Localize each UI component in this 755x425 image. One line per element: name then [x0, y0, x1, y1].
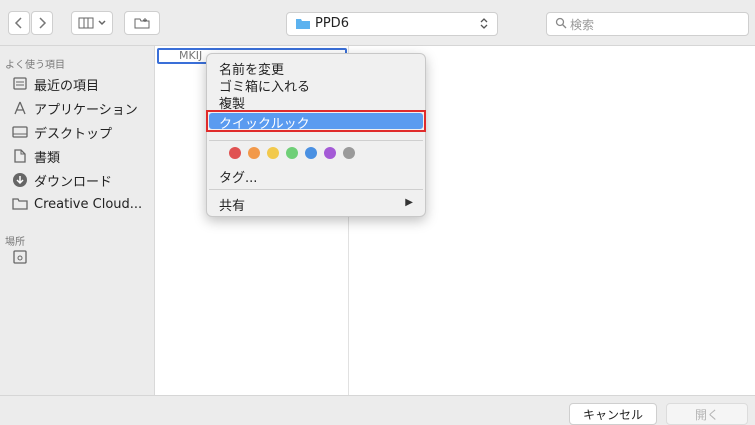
- submenu-arrow-icon: ▶: [405, 197, 413, 208]
- favorites-header: よく使う項目: [5, 60, 65, 71]
- selected-file-name: MKIJ: [179, 49, 203, 62]
- search-input[interactable]: 検索: [546, 12, 749, 36]
- menu-item-quick-look[interactable]: クイックルック: [206, 110, 426, 132]
- sidebar-item-label: Creative Cloud...: [34, 196, 143, 212]
- menu-item-label: 共有: [219, 198, 246, 214]
- tag-gray-dot[interactable]: [343, 147, 355, 159]
- open-button[interactable]: 開く: [666, 403, 748, 425]
- forward-button[interactable]: [31, 11, 53, 35]
- sidebar-item-creative-cloud[interactable]: Creative Cloud...: [12, 195, 142, 213]
- sidebar-item-applications[interactable]: アプリケーション: [12, 99, 138, 118]
- open-label: 開く: [694, 407, 719, 422]
- updown-chevron-icon: [480, 18, 488, 29]
- new-folder-button[interactable]: [124, 11, 160, 35]
- column-view-icon: [78, 17, 93, 29]
- sidebar-item-desktop[interactable]: デスクトップ: [12, 123, 113, 142]
- tag-purple-dot[interactable]: [324, 147, 336, 159]
- search-placeholder: 検索: [570, 18, 595, 32]
- new-folder-icon: [134, 18, 150, 29]
- desktop-icon: [12, 124, 28, 140]
- tag-color-row: [229, 147, 389, 161]
- downloads-icon: [12, 172, 28, 188]
- locations-header: 場所: [5, 237, 25, 248]
- chevron-left-icon: [14, 17, 22, 29]
- sidebar-item-documents[interactable]: 書類: [12, 147, 61, 166]
- tag-blue-dot[interactable]: [305, 147, 317, 159]
- documents-icon: [12, 148, 28, 164]
- recent-items-icon: [12, 76, 28, 92]
- hard-disk-icon: [12, 249, 28, 265]
- menu-item-share[interactable]: 共有 ▶: [207, 195, 425, 214]
- sidebar: よく使う項目 最近の項目 アプリケーション デスクトップ 書類 ダウンロード C…: [0, 46, 155, 395]
- applications-icon: [12, 100, 28, 116]
- chevron-down-icon: [97, 20, 106, 26]
- menu-item-tags[interactable]: タグ...: [207, 167, 425, 186]
- sidebar-item-label: 書類: [34, 150, 61, 166]
- sidebar-item-downloads[interactable]: ダウンロード: [12, 171, 113, 190]
- path-popup[interactable]: PPD6: [286, 12, 498, 36]
- sidebar-item-label: デスクトップ: [34, 126, 113, 142]
- menu-item-move-to-trash[interactable]: ゴミ箱に入れる: [207, 76, 425, 95]
- menu-item-duplicate[interactable]: 複製: [207, 93, 425, 112]
- path-folder-name: PPD6: [315, 16, 349, 31]
- menu-item-label: 複製: [219, 96, 246, 112]
- folder-icon: [12, 196, 28, 212]
- tag-green-dot[interactable]: [286, 147, 298, 159]
- back-button[interactable]: [8, 11, 30, 35]
- sidebar-item-recents[interactable]: 最近の項目: [12, 75, 100, 94]
- tag-red-dot[interactable]: [229, 147, 241, 159]
- toolbar: PPD6 検索: [0, 0, 755, 46]
- context-menu: 名前を変更 ゴミ箱に入れる 複製 クイックルック タグ... 共有 ▶: [206, 53, 426, 217]
- menu-item-label: クイックルック: [219, 117, 310, 132]
- tag-yellow-dot[interactable]: [267, 147, 279, 159]
- cancel-label: キャンセル: [582, 407, 643, 422]
- menu-item-label: タグ...: [219, 170, 258, 186]
- menu-separator: [209, 140, 423, 141]
- menu-separator: [209, 189, 423, 190]
- sidebar-item-label: ダウンロード: [34, 174, 113, 190]
- cancel-button[interactable]: キャンセル: [569, 403, 657, 425]
- search-icon: [555, 17, 567, 29]
- bottom-bar: キャンセル 開く: [0, 395, 755, 425]
- folder-icon: [296, 19, 310, 29]
- sidebar-item-label: アプリケーション: [34, 102, 138, 118]
- view-options-button[interactable]: [71, 11, 113, 35]
- menu-item-rename[interactable]: 名前を変更: [207, 59, 425, 78]
- sidebar-item-disk[interactable]: [12, 248, 34, 266]
- sidebar-item-label: 最近の項目: [34, 78, 100, 94]
- tag-orange-dot[interactable]: [248, 147, 260, 159]
- chevron-right-icon: [39, 17, 47, 29]
